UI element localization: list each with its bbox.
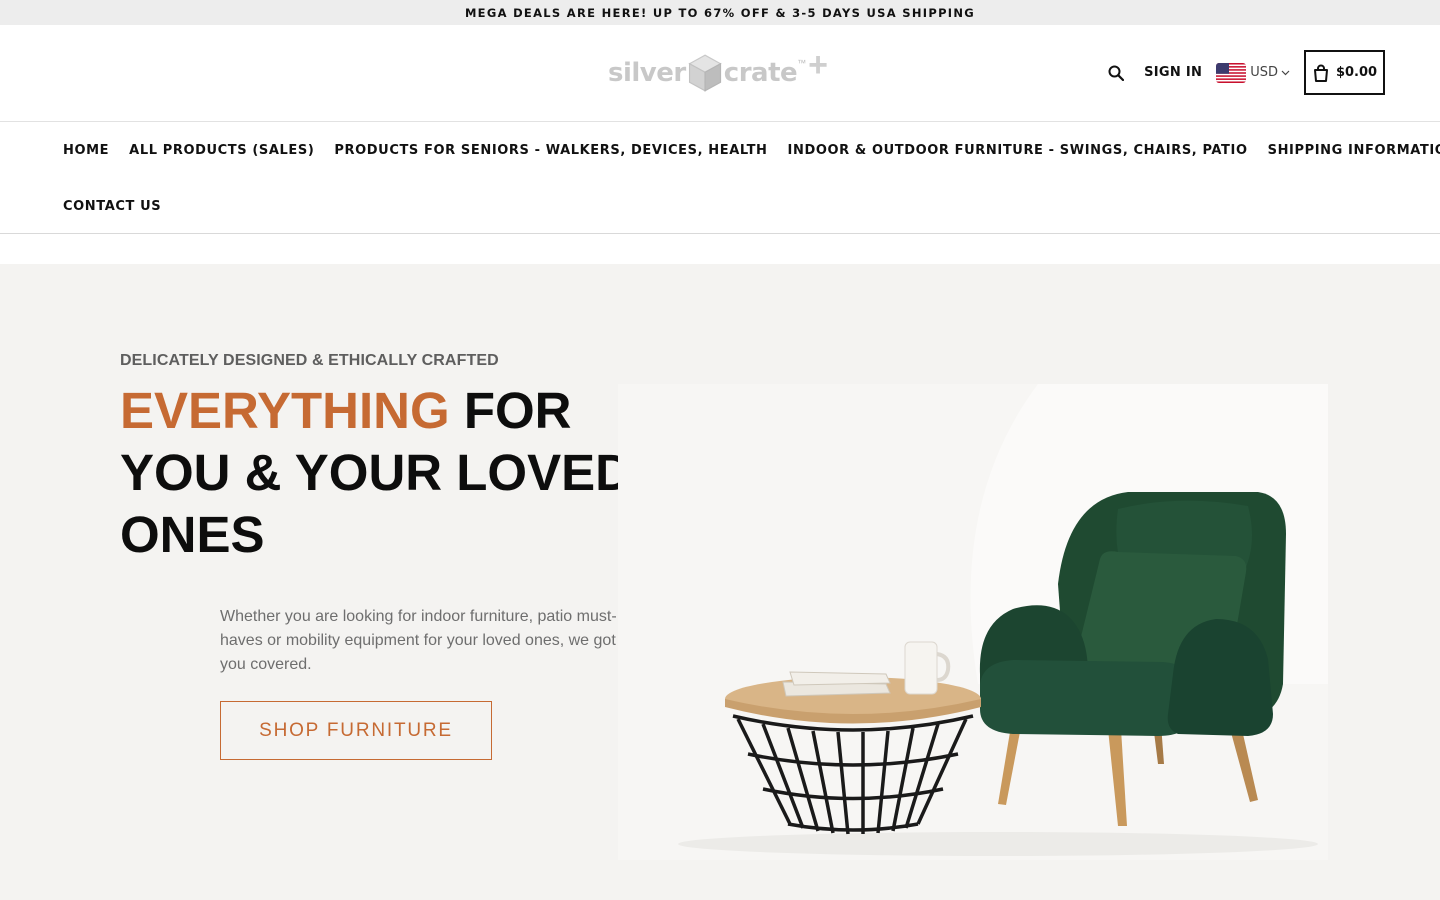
logo-word-right: crate <box>723 58 798 88</box>
chevron-down-icon <box>1281 70 1290 75</box>
hero-banner: DELICATELY DESIGNED & ETHICALLY CRAFTED … <box>0 264 1440 900</box>
logo-trademark: ™ <box>797 58 807 68</box>
nav-row-2: CONTACT US <box>63 178 181 234</box>
logo-cube-icon <box>688 54 722 92</box>
search-icon <box>1108 65 1125 81</box>
announcement-bar: MEGA DEALS ARE HERE! UP TO 67% OFF & 3-5… <box>0 0 1440 25</box>
cart-total: $0.00 <box>1335 65 1378 80</box>
currency-selector[interactable]: USD <box>1216 62 1290 83</box>
us-flag-icon <box>1216 62 1247 83</box>
announcement-text: MEGA DEALS ARE HERE! UP TO 67% OFF & 3-5… <box>464 5 976 20</box>
site-header: silver crate ™ + SIGN IN USD $0.00 <box>0 25 1440 122</box>
armchair-and-side-table-illustration <box>678 384 1328 856</box>
header-actions: SIGN IN USD $0.00 <box>1106 50 1385 95</box>
logo-word-left: silver <box>608 58 686 88</box>
hero-image <box>618 384 1328 860</box>
main-navigation: HOME ALL PRODUCTS (SALES) PRODUCTS FOR S… <box>0 122 1440 234</box>
site-logo[interactable]: silver crate ™ + <box>608 45 828 101</box>
nav-item-shipping-information[interactable]: SHIPPING INFORMATION <box>1268 143 1440 158</box>
nav-item-home[interactable]: HOME <box>63 143 109 158</box>
nav-item-contact-us[interactable]: CONTACT US <box>63 199 161 214</box>
nav-item-furniture[interactable]: INDOOR & OUTDOOR FURNITURE - SWINGS, CHA… <box>788 143 1248 158</box>
nav-item-products-for-seniors[interactable]: PRODUCTS FOR SENIORS - WALKERS, DEVICES,… <box>334 143 767 158</box>
nav-item-all-products[interactable]: ALL PRODUCTS (SALES) <box>129 143 314 158</box>
shop-furniture-button[interactable]: SHOP FURNITURE <box>220 701 492 760</box>
hero-eyebrow: DELICATELY DESIGNED & ETHICALLY CRAFTED <box>120 352 499 369</box>
hero-headline: EVERYTHING FOR YOU & YOUR LOVED ONES <box>120 380 640 566</box>
nav-row-1: HOME ALL PRODUCTS (SALES) PRODUCTS FOR S… <box>63 122 1440 178</box>
cart-bag-icon <box>1313 64 1328 82</box>
currency-code: USD <box>1250 65 1278 80</box>
sign-in-link[interactable]: SIGN IN <box>1144 65 1202 80</box>
cart-button[interactable]: $0.00 <box>1304 50 1385 95</box>
hero-subtext: Whether you are looking for indoor furni… <box>220 608 617 673</box>
logo-plus: + <box>808 45 828 84</box>
hero-headline-accent: EVERYTHING <box>120 382 450 439</box>
search-button[interactable] <box>1106 63 1126 83</box>
